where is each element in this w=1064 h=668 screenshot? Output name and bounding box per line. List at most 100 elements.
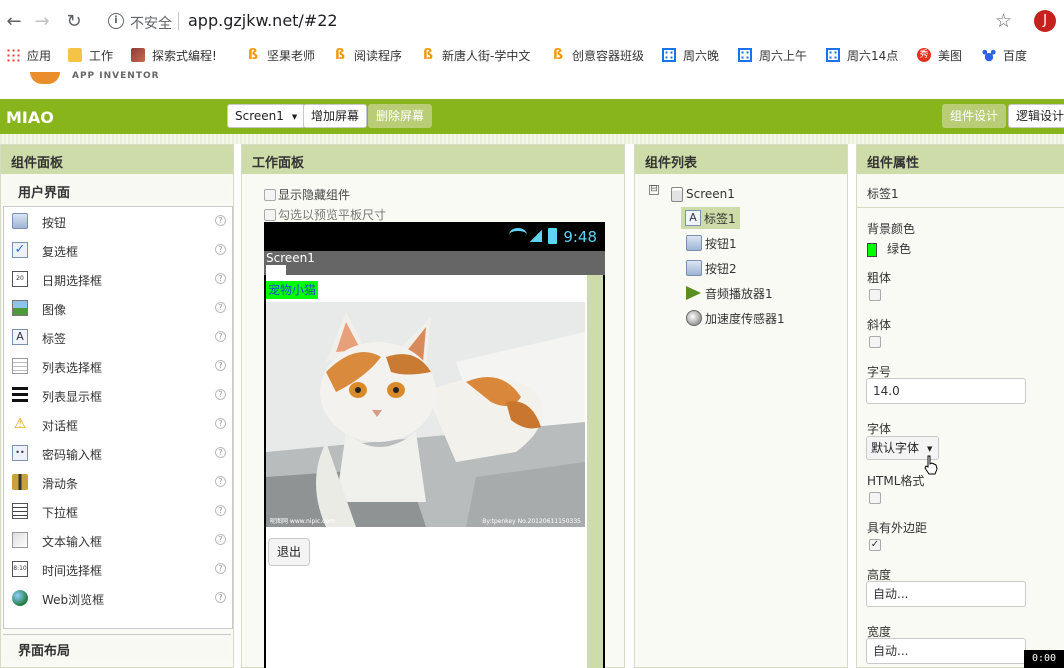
palette-item-textbox[interactable]: 文本输入框? (4, 526, 232, 555)
bookmark-sat-evening[interactable]: 周六晚 (662, 46, 719, 64)
collapse-toggle-icon[interactable]: ⊟ (649, 185, 659, 195)
has-margins-checkbox[interactable]: ✓ (869, 539, 881, 551)
back-arrow-icon[interactable]: ← (2, 9, 26, 33)
italic-checkbox[interactable] (869, 336, 881, 348)
checkbox-icon: ✓ (12, 242, 28, 258)
height-input[interactable]: 自动... (866, 581, 1026, 607)
bookmark-class[interactable]: ß 创意容器班级 (551, 46, 644, 64)
palette-item-checkbox[interactable]: ✓ 复选框? (4, 236, 232, 265)
battery-icon (548, 228, 557, 244)
bookmark-reading[interactable]: ß 阅读程序 (333, 46, 402, 64)
help-icon[interactable]: ? (215, 592, 226, 603)
tree-item-player1[interactable]: 音频播放器1 (686, 282, 773, 304)
bookmark-star-icon[interactable]: ☆ (995, 10, 1012, 32)
tree-item-screen1[interactable]: Screen1 (671, 183, 735, 205)
bookmark-label: 周六14点 (847, 48, 899, 63)
exit-button[interactable]: 退出 (268, 538, 311, 566)
width-input[interactable]: 自动... (866, 638, 1026, 664)
help-icon[interactable]: ? (215, 244, 226, 255)
palette-item-webviewer[interactable]: Web浏览框? (4, 584, 232, 613)
palette-item-password[interactable]: •• 密码输入框? (4, 439, 232, 468)
security-label[interactable]: 不安全 (130, 13, 172, 33)
help-icon[interactable]: ? (215, 273, 226, 284)
bg-color-picker[interactable]: 绿色 (867, 240, 911, 257)
label1-component[interactable]: 宠物小猫 (266, 281, 319, 299)
palette-item-button[interactable]: 按钮? (4, 207, 232, 236)
screen-scrollbar[interactable] (587, 275, 603, 668)
help-icon[interactable]: ? (215, 215, 226, 226)
cat-image[interactable]: 昵图网 www.nipic.com By:tpenkey No.20120611… (266, 302, 585, 527)
palette-item-image[interactable]: 图像? (4, 294, 232, 323)
bookmark-apps[interactable]: 应用 (6, 46, 51, 64)
bookmark-sat-morning[interactable]: 周六上午 (738, 46, 807, 64)
help-icon[interactable]: ? (215, 447, 226, 458)
toolbar-divider (0, 134, 1064, 144)
palette-item-listview[interactable]: 列表显示框? (4, 381, 232, 410)
bookmark-explore[interactable]: 探索式编程! (131, 46, 217, 64)
bold-checkbox[interactable] (869, 289, 881, 301)
help-icon[interactable]: ? (215, 505, 226, 516)
browser-address-bar: ← → ↻ i 不安全 app.gzjkw.net/#22 ☆ J (0, 0, 1064, 42)
tree-item-button2[interactable]: 按钮2 (686, 257, 737, 279)
palette-item-label: 列表显示框 (42, 390, 103, 404)
blocks-button[interactable]: 逻辑设计 (1008, 104, 1064, 128)
tree-item-accelerometer1[interactable]: 加速度传感器1 (686, 307, 785, 329)
tree-item-label1[interactable]: A 标签1 (681, 207, 740, 229)
forward-arrow-icon[interactable]: → (30, 9, 54, 33)
help-icon[interactable]: ? (215, 476, 226, 487)
info-icon[interactable]: i (108, 13, 124, 29)
b-favicon-icon: ß (247, 47, 259, 63)
palette-item-label: 下拉框 (42, 506, 79, 520)
bookmark-meitu[interactable]: 秀美图 (917, 46, 962, 64)
bookmark-baidu[interactable]: 百度 (982, 46, 1027, 64)
fontsize-input[interactable]: 14.0 (866, 378, 1026, 404)
palette-item-timepicker[interactable]: 8:10 时间选择框? (4, 555, 232, 584)
bg-color-value: 绿色 (887, 242, 912, 256)
help-icon[interactable]: ? (215, 389, 226, 400)
tablet-preview-checkbox[interactable]: 勾选以预览平板尺寸 (264, 206, 386, 223)
grid-favicon-icon (826, 48, 840, 62)
help-icon[interactable]: ? (215, 534, 226, 545)
help-icon[interactable]: ? (215, 563, 226, 574)
html-format-checkbox[interactable] (869, 492, 881, 504)
button-icon (12, 213, 28, 229)
palette-item-notifier[interactable]: ⚠ 对话框? (4, 410, 232, 439)
help-icon[interactable]: ? (215, 331, 226, 342)
screen-select-dropdown[interactable]: Screen1 ▼ (227, 104, 306, 128)
help-icon[interactable]: ? (215, 360, 226, 371)
help-icon[interactable]: ? (215, 302, 226, 313)
user-interface-section[interactable]: 用户界面 (3, 177, 231, 203)
checkbox-box[interactable] (264, 188, 276, 201)
b-favicon-icon: ß (422, 47, 434, 63)
designer-button[interactable]: 组件设计 (942, 104, 1007, 128)
bookmark-teacher[interactable]: ß 坚果老师 (246, 46, 315, 64)
palette-item-label: 按钮 (42, 216, 67, 230)
bookmark-chinese[interactable]: ß 新唐人街-学中文 (421, 46, 530, 64)
bg-color-label: 背景颜色 (867, 222, 916, 236)
caret-down-icon: ▼ (291, 112, 298, 121)
reload-icon[interactable]: ↻ (62, 9, 86, 33)
palette-item-slider[interactable]: 滑动条? (4, 468, 232, 497)
remove-screen-button[interactable]: 删除屏幕 (368, 104, 433, 128)
project-toolbar: MIAO Screen1 ▼ 增加屏幕 删除屏幕 组件设计 逻辑设计 (0, 99, 1064, 134)
add-screen-button[interactable]: 增加屏幕 (303, 104, 368, 128)
properties-panel: 组件属性 标签1 背景颜色 绿色 粗体 斜体 字号 14.0 字体 默认字体 ▼ … (856, 144, 1064, 668)
palette-item-listpicker[interactable]: 列表选择框? (4, 352, 232, 381)
viewer-header: 工作面板 (242, 145, 624, 174)
palette-item-datepicker[interactable]: 20 日期选择框? (4, 265, 232, 294)
profile-avatar[interactable]: J (1034, 10, 1056, 32)
layout-section[interactable]: 界面布局 (3, 634, 231, 660)
checkbox-box[interactable] (264, 208, 276, 221)
help-icon[interactable]: ? (215, 418, 226, 429)
tree-item-button1[interactable]: 按钮1 (686, 232, 737, 254)
globe-icon (12, 590, 28, 606)
palette-item-spinner[interactable]: 下拉框? (4, 497, 232, 526)
bookmark-sat-14[interactable]: 周六14点 (826, 46, 898, 64)
palette-item-label: 标签 (42, 332, 67, 346)
url-field[interactable]: app.gzjkw.net/#22 (188, 11, 338, 30)
selected-component-name: 标签1 (867, 187, 899, 201)
bookmark-work[interactable]: 工作 (68, 46, 113, 64)
show-hidden-checkbox[interactable]: 显示隐藏组件 (264, 186, 350, 203)
palette-list: 按钮? ✓ 复选框? 20 日期选择框? 图像? A 标签? 列表选择框? 列表显示框… (3, 206, 233, 629)
palette-item-label[interactable]: A 标签? (4, 323, 232, 352)
